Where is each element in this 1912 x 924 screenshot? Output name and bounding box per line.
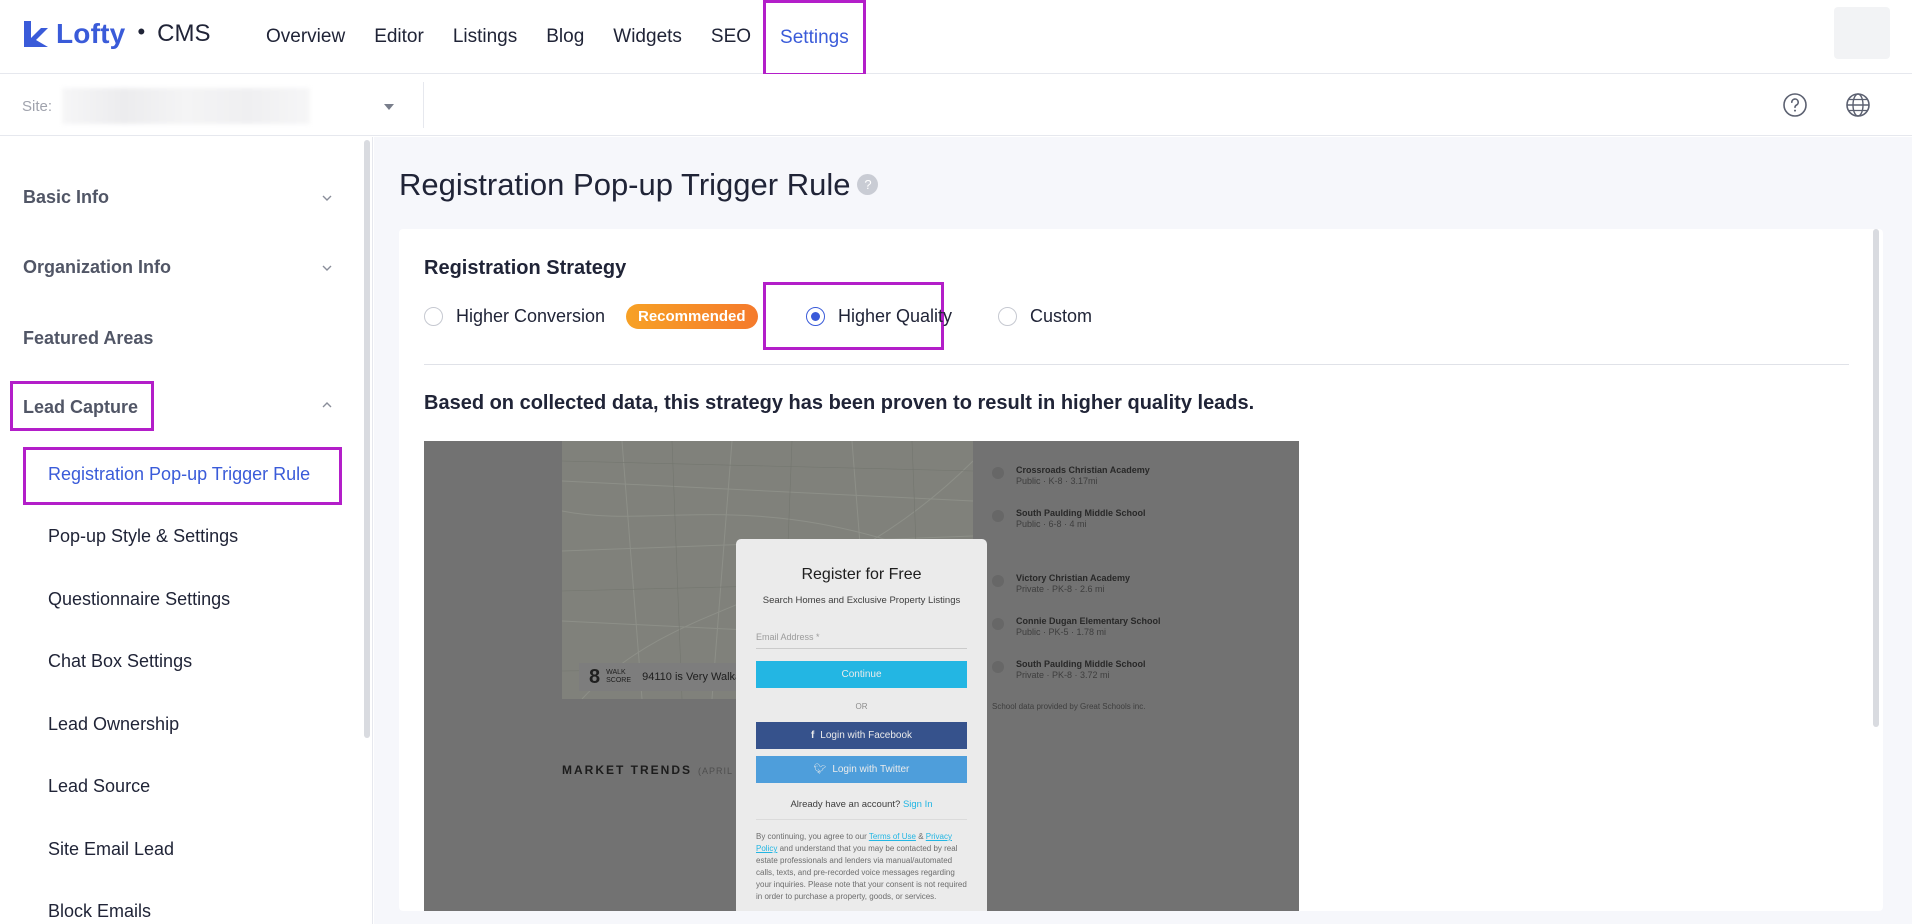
caret-down-icon[interactable] <box>384 104 394 110</box>
sidebar-scrollbar[interactable] <box>364 140 370 738</box>
school-meta: Private · PK-8 · 3.72 mi <box>1016 670 1110 680</box>
site-bar: Site: <box>0 74 1912 136</box>
card-scrollbar[interactable] <box>1873 229 1879 727</box>
main-nav: Overview Editor Listings Blog Widgets SE… <box>252 0 866 76</box>
school-icon <box>992 575 1004 587</box>
sidebar-item-block-emails[interactable]: Block Emails <box>48 901 151 922</box>
chevron-down-icon[interactable] <box>322 193 332 203</box>
page-title-text: Registration Pop-up Trigger Rule <box>399 167 851 202</box>
strategy-description: Based on collected data, this strategy h… <box>424 392 1255 414</box>
radio-label: Higher Conversion <box>456 305 606 326</box>
sidebar-section-featured-areas[interactable]: Featured Areas <box>23 328 153 349</box>
settings-sidebar: Basic Info Organization Info Featured Ar… <box>0 137 373 924</box>
radio-label: Custom <box>1030 305 1093 326</box>
nav-editor[interactable]: Editor <box>360 0 438 74</box>
school-meta: Public · 6-8 · 4 mi <box>1016 519 1087 529</box>
nav-widgets[interactable]: Widgets <box>599 0 696 74</box>
school-meta: Public · PK-5 · 1.78 mi <box>1016 627 1107 637</box>
walk-score-badge: 8 WALK SCORE 94110 is Very Walkable <box>579 663 759 691</box>
nav-overview[interactable]: Overview <box>252 0 359 74</box>
top-navbar: Lofty • CMS Overview Editor Listings Blo… <box>0 0 1912 76</box>
radio-custom[interactable]: Custom <box>998 301 1092 331</box>
schools-footer: School data provided by Great Schools in… <box>992 702 1146 711</box>
chevron-down-icon[interactable] <box>322 263 332 273</box>
nav-listings[interactable]: Listings <box>439 0 531 74</box>
sidebar-item-popup-style-settings[interactable]: Pop-up Style & Settings <box>48 526 238 547</box>
strategy-preview-image: 8 WALK SCORE 94110 is Very Walkable Cros… <box>424 441 1299 911</box>
sidebar-item-lead-ownership[interactable]: Lead Ownership <box>48 714 179 735</box>
school-icon <box>992 661 1004 673</box>
radio-circle[interactable] <box>424 306 443 326</box>
chevron-up-icon[interactable] <box>322 400 332 410</box>
help-tooltip-icon[interactable]: ? <box>857 174 879 196</box>
radio-circle[interactable] <box>998 306 1017 326</box>
school-icon <box>992 618 1004 630</box>
brand-separator: • <box>137 19 146 44</box>
school-icon <box>992 510 1004 522</box>
brand-name: Lofty <box>56 18 126 49</box>
strategy-radio-group: Higher Conversion Recommended Higher Qua… <box>424 301 1224 331</box>
school-name: South Paulding Middle School <box>1016 659 1146 669</box>
sidebar-section-lead-capture[interactable]: Lead Capture <box>23 397 138 418</box>
section-title: Registration Strategy <box>424 257 627 279</box>
modal-spacer <box>736 539 987 911</box>
school-name: Crossroads Christian Academy <box>1016 465 1150 475</box>
market-trends-heading: MARKET TRENDS (APRIL 2 <box>562 763 742 777</box>
page-title: Registration Pop-up Trigger Rule? <box>399 167 879 203</box>
school-meta: Public · K-8 · 3.17mi <box>1016 476 1098 486</box>
main-content: Registration Pop-up Trigger Rule? Regist… <box>374 137 1912 924</box>
walk-score-value: 8 <box>589 665 601 688</box>
school-meta: Private · PK-8 · 2.6 mi <box>1016 584 1105 594</box>
walk-score-label: WALK SCORE <box>606 669 632 684</box>
product-name: CMS <box>157 20 211 47</box>
nav-blog[interactable]: Blog <box>532 0 598 74</box>
sidebar-item-chat-box-settings[interactable]: Chat Box Settings <box>48 651 192 672</box>
user-avatar[interactable] <box>1834 7 1890 59</box>
sidebar-item-registration-popup-trigger-rule[interactable]: Registration Pop-up Trigger Rule <box>48 464 310 485</box>
site-selector[interactable] <box>62 88 310 124</box>
recommended-badge: Recommended <box>626 304 758 329</box>
strategy-card: Registration Strategy Higher Conversion … <box>399 229 1883 911</box>
radio-higher-conversion[interactable]: Higher Conversion <box>424 301 605 331</box>
radio-circle-selected[interactable] <box>806 306 825 326</box>
logo[interactable]: Lofty • CMS <box>22 18 210 50</box>
school-name: Connie Dugan Elementary School <box>1016 616 1161 626</box>
school-name: Victory Christian Academy <box>1016 573 1131 583</box>
sidebar-item-questionnaire-settings[interactable]: Questionnaire Settings <box>48 589 230 610</box>
radio-label: Higher Quality <box>838 305 953 326</box>
sidebar-item-site-email-lead[interactable]: Site Email Lead <box>48 839 174 860</box>
divider <box>424 364 1849 365</box>
sidebar-section-basic-info[interactable]: Basic Info <box>23 187 109 208</box>
divider <box>423 82 424 128</box>
sidebar-section-organization-info[interactable]: Organization Info <box>23 257 171 278</box>
help-icon[interactable] <box>1780 90 1810 120</box>
nav-seo[interactable]: SEO <box>697 0 765 74</box>
lofty-logo-icon <box>22 19 50 49</box>
nav-settings[interactable]: Settings <box>763 0 866 76</box>
school-icon <box>992 467 1004 479</box>
globe-icon[interactable] <box>1843 90 1873 120</box>
school-name: South Paulding Middle School <box>1016 508 1146 518</box>
sidebar-item-lead-source[interactable]: Lead Source <box>48 776 150 797</box>
radio-higher-quality[interactable]: Higher Quality <box>806 301 952 331</box>
site-label: Site: <box>22 98 53 115</box>
market-trends-label: MARKET TRENDS <box>562 763 692 777</box>
